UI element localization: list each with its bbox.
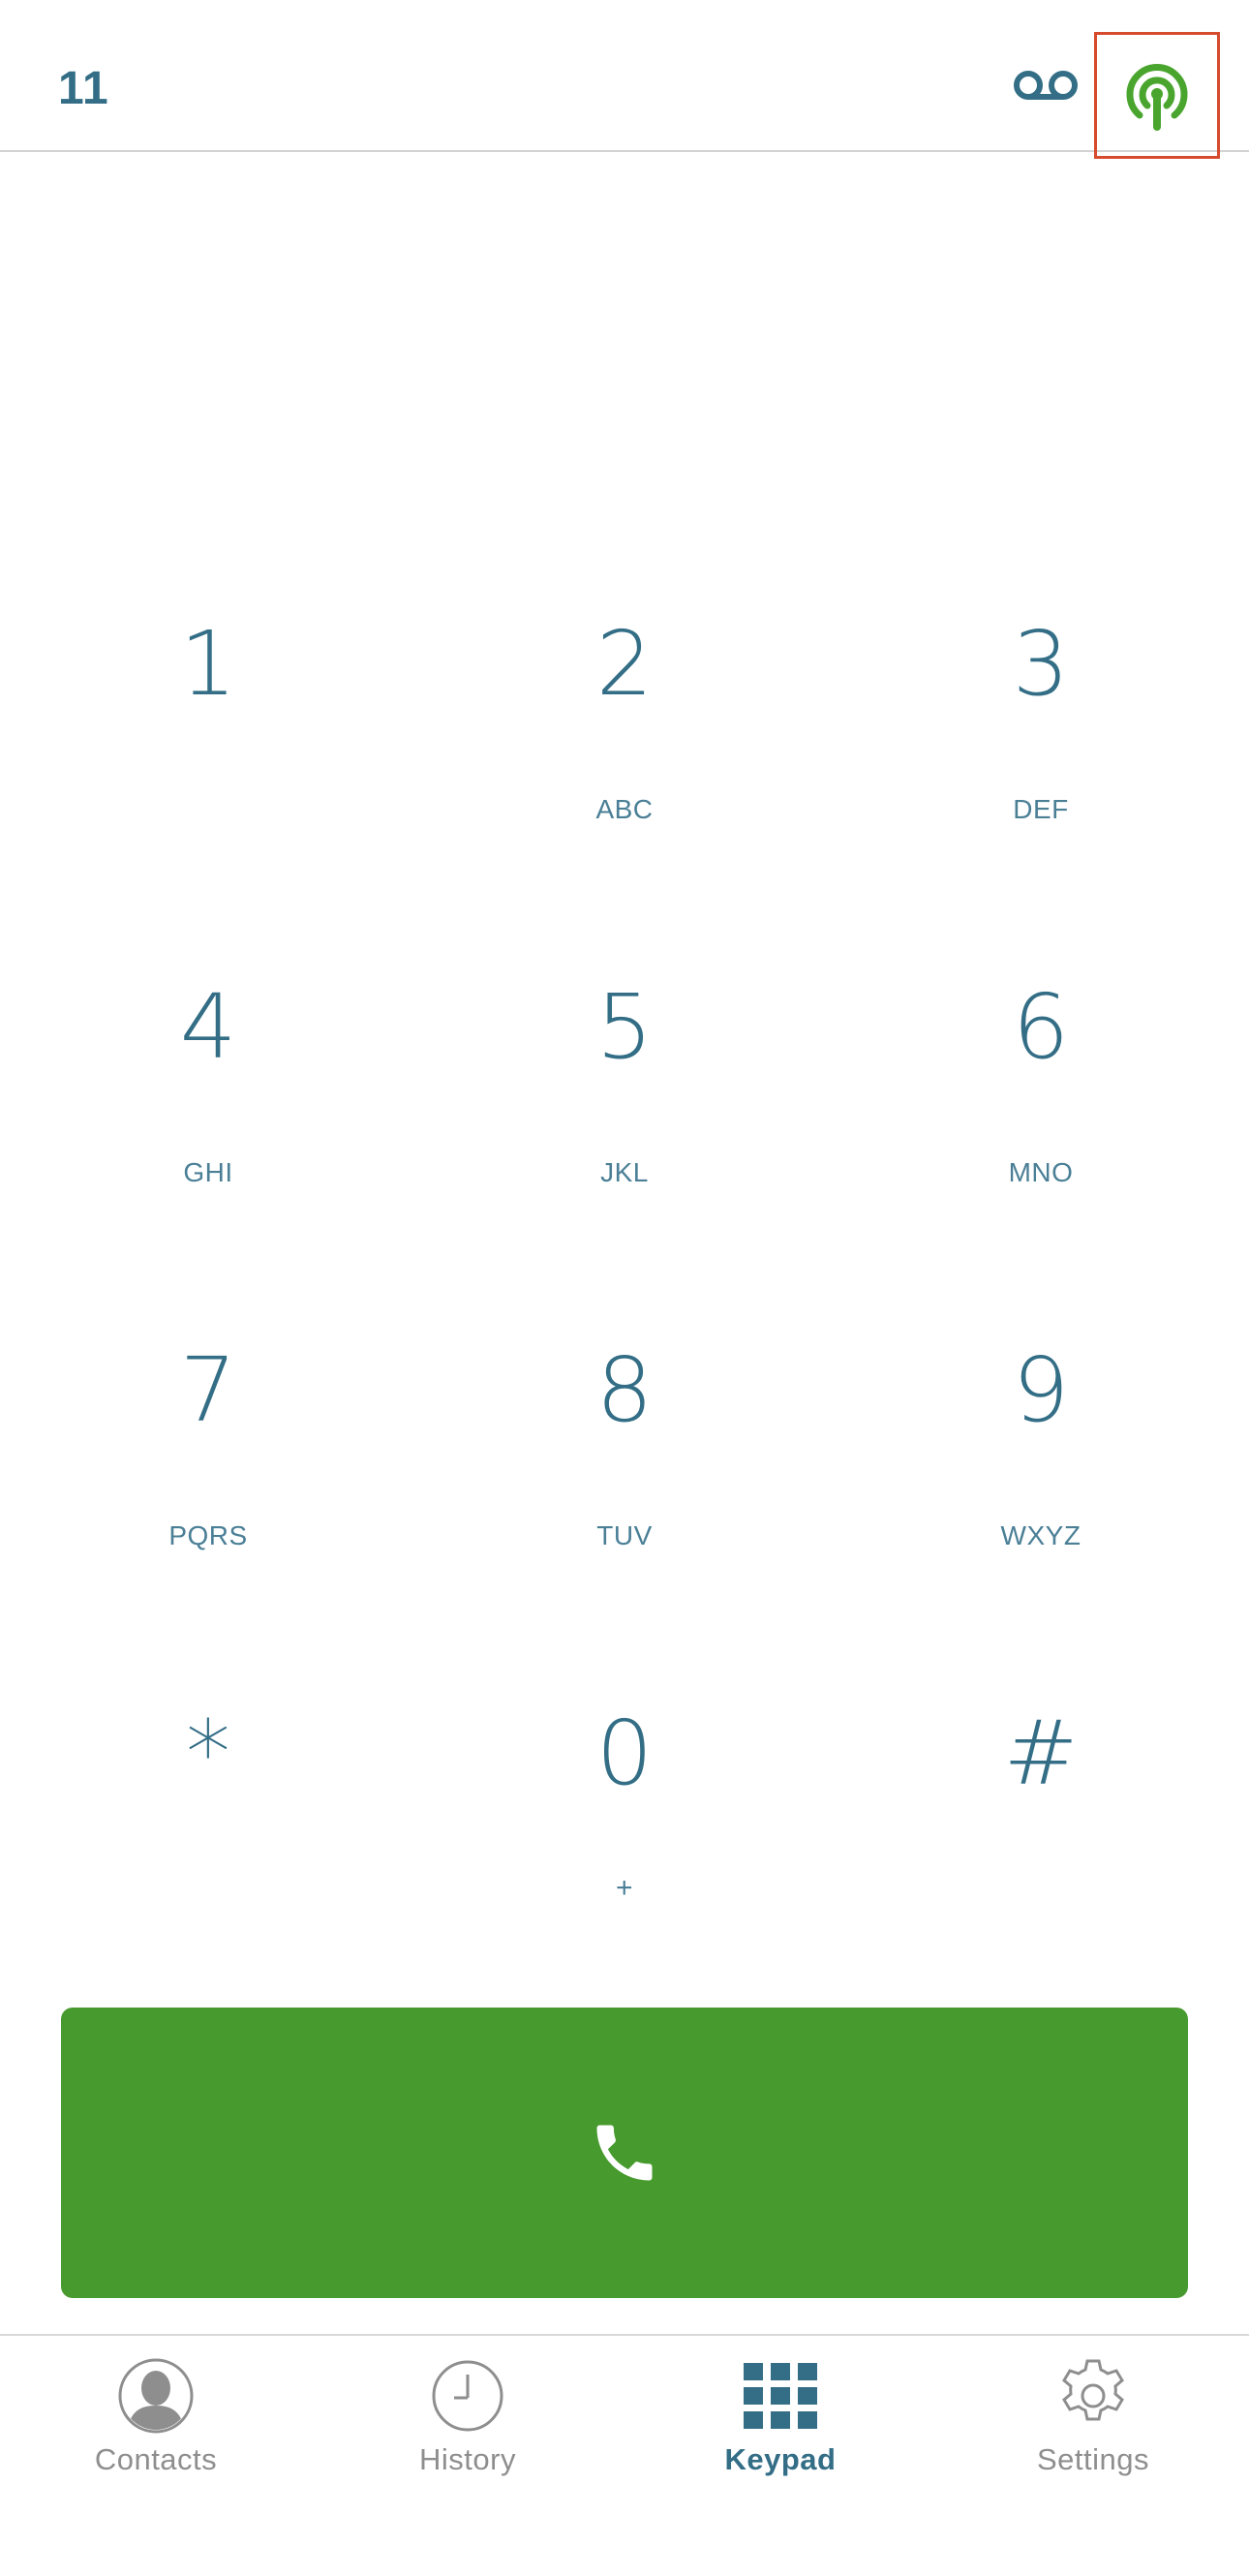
keypad-grid-icon bbox=[744, 2363, 817, 2429]
key-letters: + bbox=[615, 1872, 634, 1904]
dial-keypad: 1 2 ABC 3 DEF 4 GHI 5 JKL 6 MNO 7 PQRS 8… bbox=[0, 581, 1249, 1937]
tab-label: Contacts bbox=[94, 2442, 218, 2476]
key-letters: ABC bbox=[595, 794, 654, 824]
key-digit: 6 bbox=[1012, 975, 1070, 1079]
key-digit: 0 bbox=[595, 1702, 654, 1805]
key-letters: JKL bbox=[600, 1157, 649, 1187]
account-label[interactable]: 11 bbox=[58, 66, 109, 112]
key-digit: 4 bbox=[179, 975, 237, 1079]
key-digit: 1 bbox=[179, 612, 237, 716]
key-2[interactable]: 2 ABC bbox=[416, 581, 833, 944]
voicemail-button[interactable] bbox=[1011, 60, 1081, 110]
key-7[interactable]: 7 PQRS bbox=[0, 1307, 416, 1671]
gear-icon bbox=[1062, 2359, 1124, 2421]
key-letters: DEF bbox=[1013, 794, 1069, 824]
key-letters: MNO bbox=[1008, 1157, 1074, 1187]
key-digit: 9 bbox=[1012, 1338, 1070, 1442]
key-digit: 3 bbox=[1012, 612, 1070, 716]
key-digit: 8 bbox=[595, 1338, 654, 1442]
key-9[interactable]: 9 WXYZ bbox=[833, 1307, 1249, 1671]
key-0[interactable]: 0 + bbox=[416, 1671, 833, 2034]
key-digit: 7 bbox=[179, 1338, 237, 1442]
connection-status-button[interactable] bbox=[1094, 32, 1220, 159]
tab-label: History bbox=[419, 2442, 516, 2476]
key-5[interactable]: 5 JKL bbox=[416, 944, 833, 1307]
key-1[interactable]: 1 bbox=[0, 581, 416, 944]
key-letters: PQRS bbox=[168, 1520, 248, 1550]
key-digit: # bbox=[1003, 1702, 1079, 1805]
key-star[interactable]: * bbox=[0, 1671, 416, 2034]
tab-keypad[interactable]: Keypad bbox=[624, 2336, 936, 2500]
phone-icon bbox=[596, 2125, 653, 2181]
key-3[interactable]: 3 DEF bbox=[833, 581, 1249, 944]
broadcast-signal-icon bbox=[1126, 63, 1188, 131]
tab-label: Keypad bbox=[724, 2442, 837, 2476]
contact-silhouette-icon bbox=[118, 2358, 194, 2434]
voicemail-icon bbox=[1014, 71, 1078, 100]
key-digit: 2 bbox=[595, 612, 654, 716]
clock-icon bbox=[432, 2360, 503, 2432]
key-6[interactable]: 6 MNO bbox=[833, 944, 1249, 1307]
key-4[interactable]: 4 GHI bbox=[0, 944, 416, 1307]
key-digit: 5 bbox=[595, 975, 654, 1079]
tab-label: Settings bbox=[1036, 2442, 1149, 2476]
tab-bar: Contacts History Keypad Settings bbox=[0, 2334, 1249, 2576]
key-letters: TUV bbox=[596, 1520, 653, 1550]
top-bar: 11 bbox=[0, 0, 1249, 159]
tab-history[interactable]: History bbox=[312, 2336, 624, 2500]
key-hash[interactable]: # bbox=[833, 1671, 1249, 2034]
key-letters: WXYZ bbox=[1000, 1520, 1081, 1550]
tab-settings[interactable]: Settings bbox=[937, 2336, 1249, 2500]
call-button[interactable] bbox=[61, 2008, 1188, 2298]
tab-contacts[interactable]: Contacts bbox=[0, 2336, 312, 2500]
key-8[interactable]: 8 TUV bbox=[416, 1307, 833, 1671]
key-digit: * bbox=[186, 1702, 230, 1805]
key-letters: GHI bbox=[183, 1157, 233, 1187]
